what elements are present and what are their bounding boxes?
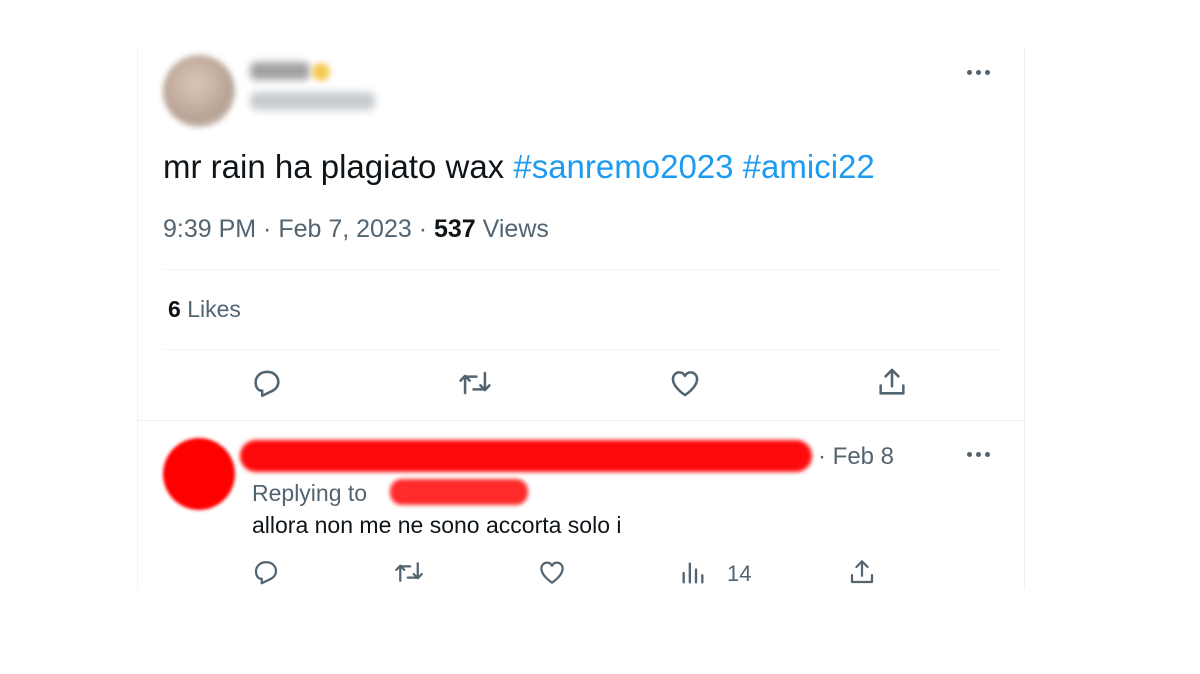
retweet-icon [395,562,423,582]
views-count: 537 [433,215,476,243]
share-button[interactable] [873,362,911,402]
divider [163,349,998,350]
more-options-button[interactable] [967,70,990,75]
reply-views-button[interactable] [678,558,708,588]
likes-stat[interactable]: 6 Likes [168,296,241,323]
heart-icon [540,561,564,584]
tweet-meta: 9:39 PM · Feb 7, 2023 · 537 Views [163,215,549,244]
tweet-text-plain: mr rain ha plagiato wax [163,148,514,185]
more-icon-dot [976,70,981,75]
reply-text: allora non me ne sono accorta solo i [252,512,622,538]
heart-icon [671,371,699,397]
like-button[interactable] [665,364,705,402]
reply-reply-button[interactable] [250,556,282,588]
meta-separator: · [411,215,434,243]
hashtag-amici22[interactable]: #amici22 [743,148,875,185]
more-icon-dot [985,70,990,75]
reply-views-count: 14 [727,561,752,586]
divider [163,269,998,270]
more-icon-dot [985,452,990,457]
reply-icon [254,561,278,585]
views-label: Views [482,215,549,243]
share-icon [850,560,874,584]
tweet-separator [137,420,1025,421]
author-avatar[interactable] [163,55,235,127]
reply-author-name-redacted[interactable] [240,440,812,472]
author-name-blurred[interactable] [250,62,310,80]
replying-to-label: Replying to [252,480,368,506]
retweet-button[interactable] [455,364,495,402]
more-icon-dot [976,452,981,457]
reply-share-button[interactable] [846,555,878,589]
reply-more-options-button[interactable] [967,452,990,457]
hashtag-sanremo2023[interactable]: #sanremo2023 [513,148,733,185]
reply-button[interactable] [248,364,286,402]
views-icon [682,562,704,584]
retweet-icon [459,371,491,395]
meta-separator: · [256,215,279,243]
reply-retweet-button[interactable] [391,556,427,588]
reply-date[interactable]: · Feb 8 [818,443,894,471]
tweet-time[interactable]: 9:39 PM [163,215,256,243]
likes-label: Likes [187,296,241,322]
tweet-text: mr rain ha plagiato wax #sanremo2023 #am… [163,148,875,186]
tweet-card [137,47,1025,589]
author-handle-blurred[interactable] [250,92,375,110]
reply-icon [254,370,280,398]
likes-count: 6 [168,296,181,322]
more-icon-dot [967,70,972,75]
share-icon [879,368,905,395]
reply-author-avatar-redacted[interactable] [163,438,235,510]
replying-to-handle-redacted[interactable] [390,479,528,505]
verified-badge-icon [312,63,330,81]
tweet-date[interactable]: Feb 7, 2023 [278,215,411,243]
more-icon-dot [967,452,972,457]
reply-like-button[interactable] [535,556,569,588]
